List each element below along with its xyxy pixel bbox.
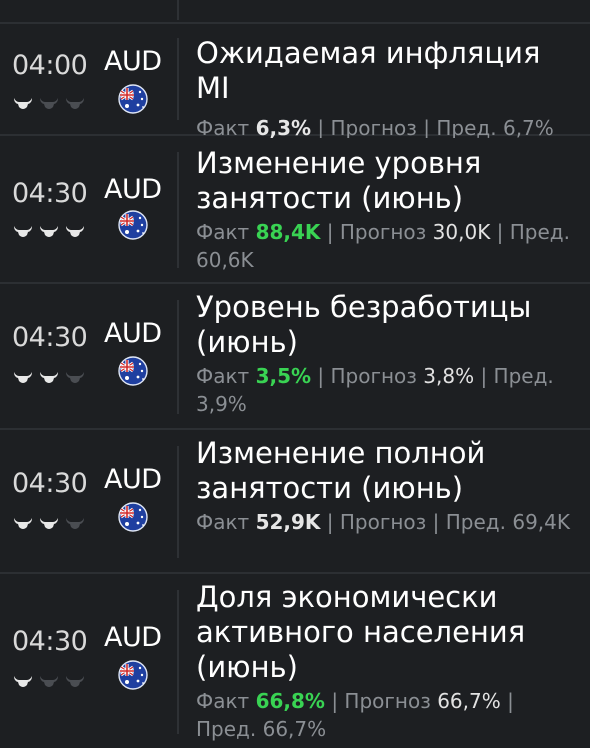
bull-icon	[40, 676, 58, 687]
importance-indicator	[12, 516, 86, 530]
previous-value: 69,4K	[512, 510, 570, 534]
event-left-column: 04:30 AUD	[0, 138, 178, 282]
column-divider	[177, 0, 179, 20]
event-values: Факт 66,8% | Прогноз 66,7% | Пред. 66,7%	[196, 687, 576, 743]
event-currency: AUD	[104, 174, 162, 205]
bull-icon	[40, 226, 58, 237]
event-row[interactable]: 04:30 AUD Доля экономически активного на…	[0, 576, 590, 748]
bull-icon	[66, 98, 84, 109]
event-values: Факт 52,9K | Прогноз | Пред. 69,4K	[196, 508, 576, 536]
bull-icon	[40, 518, 58, 529]
bull-icon	[66, 226, 84, 237]
previous-label: | Пред.	[496, 220, 570, 244]
importance-indicator	[12, 674, 86, 688]
actual-label: Факт	[196, 510, 250, 534]
event-values: Факт 88,4K | Прогноз 30,0K | Пред. 60,6K	[196, 218, 576, 274]
previous-label: | Пред.	[432, 510, 506, 534]
importance-indicator	[12, 370, 86, 384]
column-divider	[177, 300, 179, 414]
event-time: 04:30	[12, 468, 88, 499]
forecast-value: 3,8%	[423, 364, 475, 388]
event-row[interactable]: 04:30 AUD Уровень безработицы (июнь) Фак…	[0, 286, 590, 430]
bull-icon	[40, 98, 58, 109]
event-title: Изменение уровня занятости (июнь)	[196, 146, 482, 215]
australia-flag-icon	[118, 356, 148, 386]
forecast-label: | Прогноз	[317, 364, 417, 388]
event-row[interactable]: 04:00 AUD Ожидаемая инфляция MI Факт 6,3…	[0, 24, 590, 140]
event-title: Изменение полной занятости (июнь)	[196, 436, 486, 505]
bull-icon	[14, 676, 32, 687]
australia-flag-icon	[118, 660, 148, 690]
event-currency: AUD	[104, 622, 162, 653]
previous-value: 60,6K	[196, 248, 254, 272]
event-row[interactable]: 04:30 AUD Изменение уровня занятости (ию…	[0, 138, 590, 284]
event-currency: AUD	[104, 46, 162, 77]
previous-label: | Пред.	[423, 116, 497, 140]
event-values: Факт 3,5% | Прогноз 3,8% | Пред. 3,9%	[196, 362, 576, 418]
bull-icon	[14, 372, 32, 383]
event-currency: AUD	[104, 318, 162, 349]
previous-value: 6,7%	[502, 116, 554, 140]
bull-icon	[66, 518, 84, 529]
actual-label: Факт	[196, 364, 250, 388]
actual-label: Факт	[196, 220, 250, 244]
event-left-column: 04:30 AUD	[0, 432, 178, 572]
previous-value: 3,9%	[196, 392, 247, 416]
actual-label: Факт	[196, 116, 250, 140]
bull-icon	[40, 372, 58, 383]
actual-value: 88,4K	[255, 220, 321, 244]
column-divider	[177, 38, 179, 120]
bull-icon	[14, 98, 32, 109]
australia-flag-icon	[118, 210, 148, 240]
previous-value: 66,7%	[262, 717, 327, 741]
actual-label: Факт	[196, 689, 250, 713]
actual-value: 3,5%	[255, 364, 312, 388]
forecast-label: | Прогноз	[317, 116, 417, 140]
event-left-column: 04:00 AUD	[0, 24, 178, 134]
column-divider	[177, 590, 179, 734]
event-time: 04:30	[12, 322, 88, 353]
column-divider	[177, 446, 179, 558]
event-left-column: 04:30 AUD	[0, 576, 178, 748]
previous-label: | Пред.	[480, 364, 554, 388]
event-time: 04:30	[12, 178, 88, 209]
event-currency: AUD	[104, 464, 162, 495]
forecast-label: | Прогноз	[326, 220, 427, 244]
australia-flag-icon	[118, 84, 148, 114]
event-time: 04:30	[12, 626, 88, 657]
event-left-column: 04:30 AUD	[0, 286, 178, 428]
event-title: Доля экономически активного населения (и…	[196, 580, 526, 684]
event-row[interactable]: 04:30 AUD Изменение полной занятости (ию…	[0, 432, 590, 574]
bull-icon	[14, 226, 32, 237]
forecast-label: | Прогноз	[331, 689, 431, 713]
previous-event-partial[interactable]	[0, 0, 590, 24]
event-title: Уровень безработицы (июнь)	[196, 290, 532, 359]
event-title: Ожидаемая инфляция MI	[196, 36, 541, 105]
forecast-value: 66,7%	[437, 689, 501, 713]
actual-value: 66,8%	[255, 689, 325, 713]
bull-icon	[14, 518, 32, 529]
importance-indicator	[12, 224, 86, 238]
actual-value: 6,3%	[255, 116, 312, 140]
actual-value: 52,9K	[255, 510, 321, 534]
bull-icon	[66, 372, 84, 383]
event-time: 04:00	[12, 50, 88, 81]
importance-indicator	[12, 96, 86, 110]
bull-icon	[66, 676, 84, 687]
forecast-value: 30,0K	[432, 220, 491, 244]
australia-flag-icon	[118, 502, 148, 532]
forecast-label: | Прогноз	[326, 510, 427, 534]
column-divider	[177, 152, 179, 268]
